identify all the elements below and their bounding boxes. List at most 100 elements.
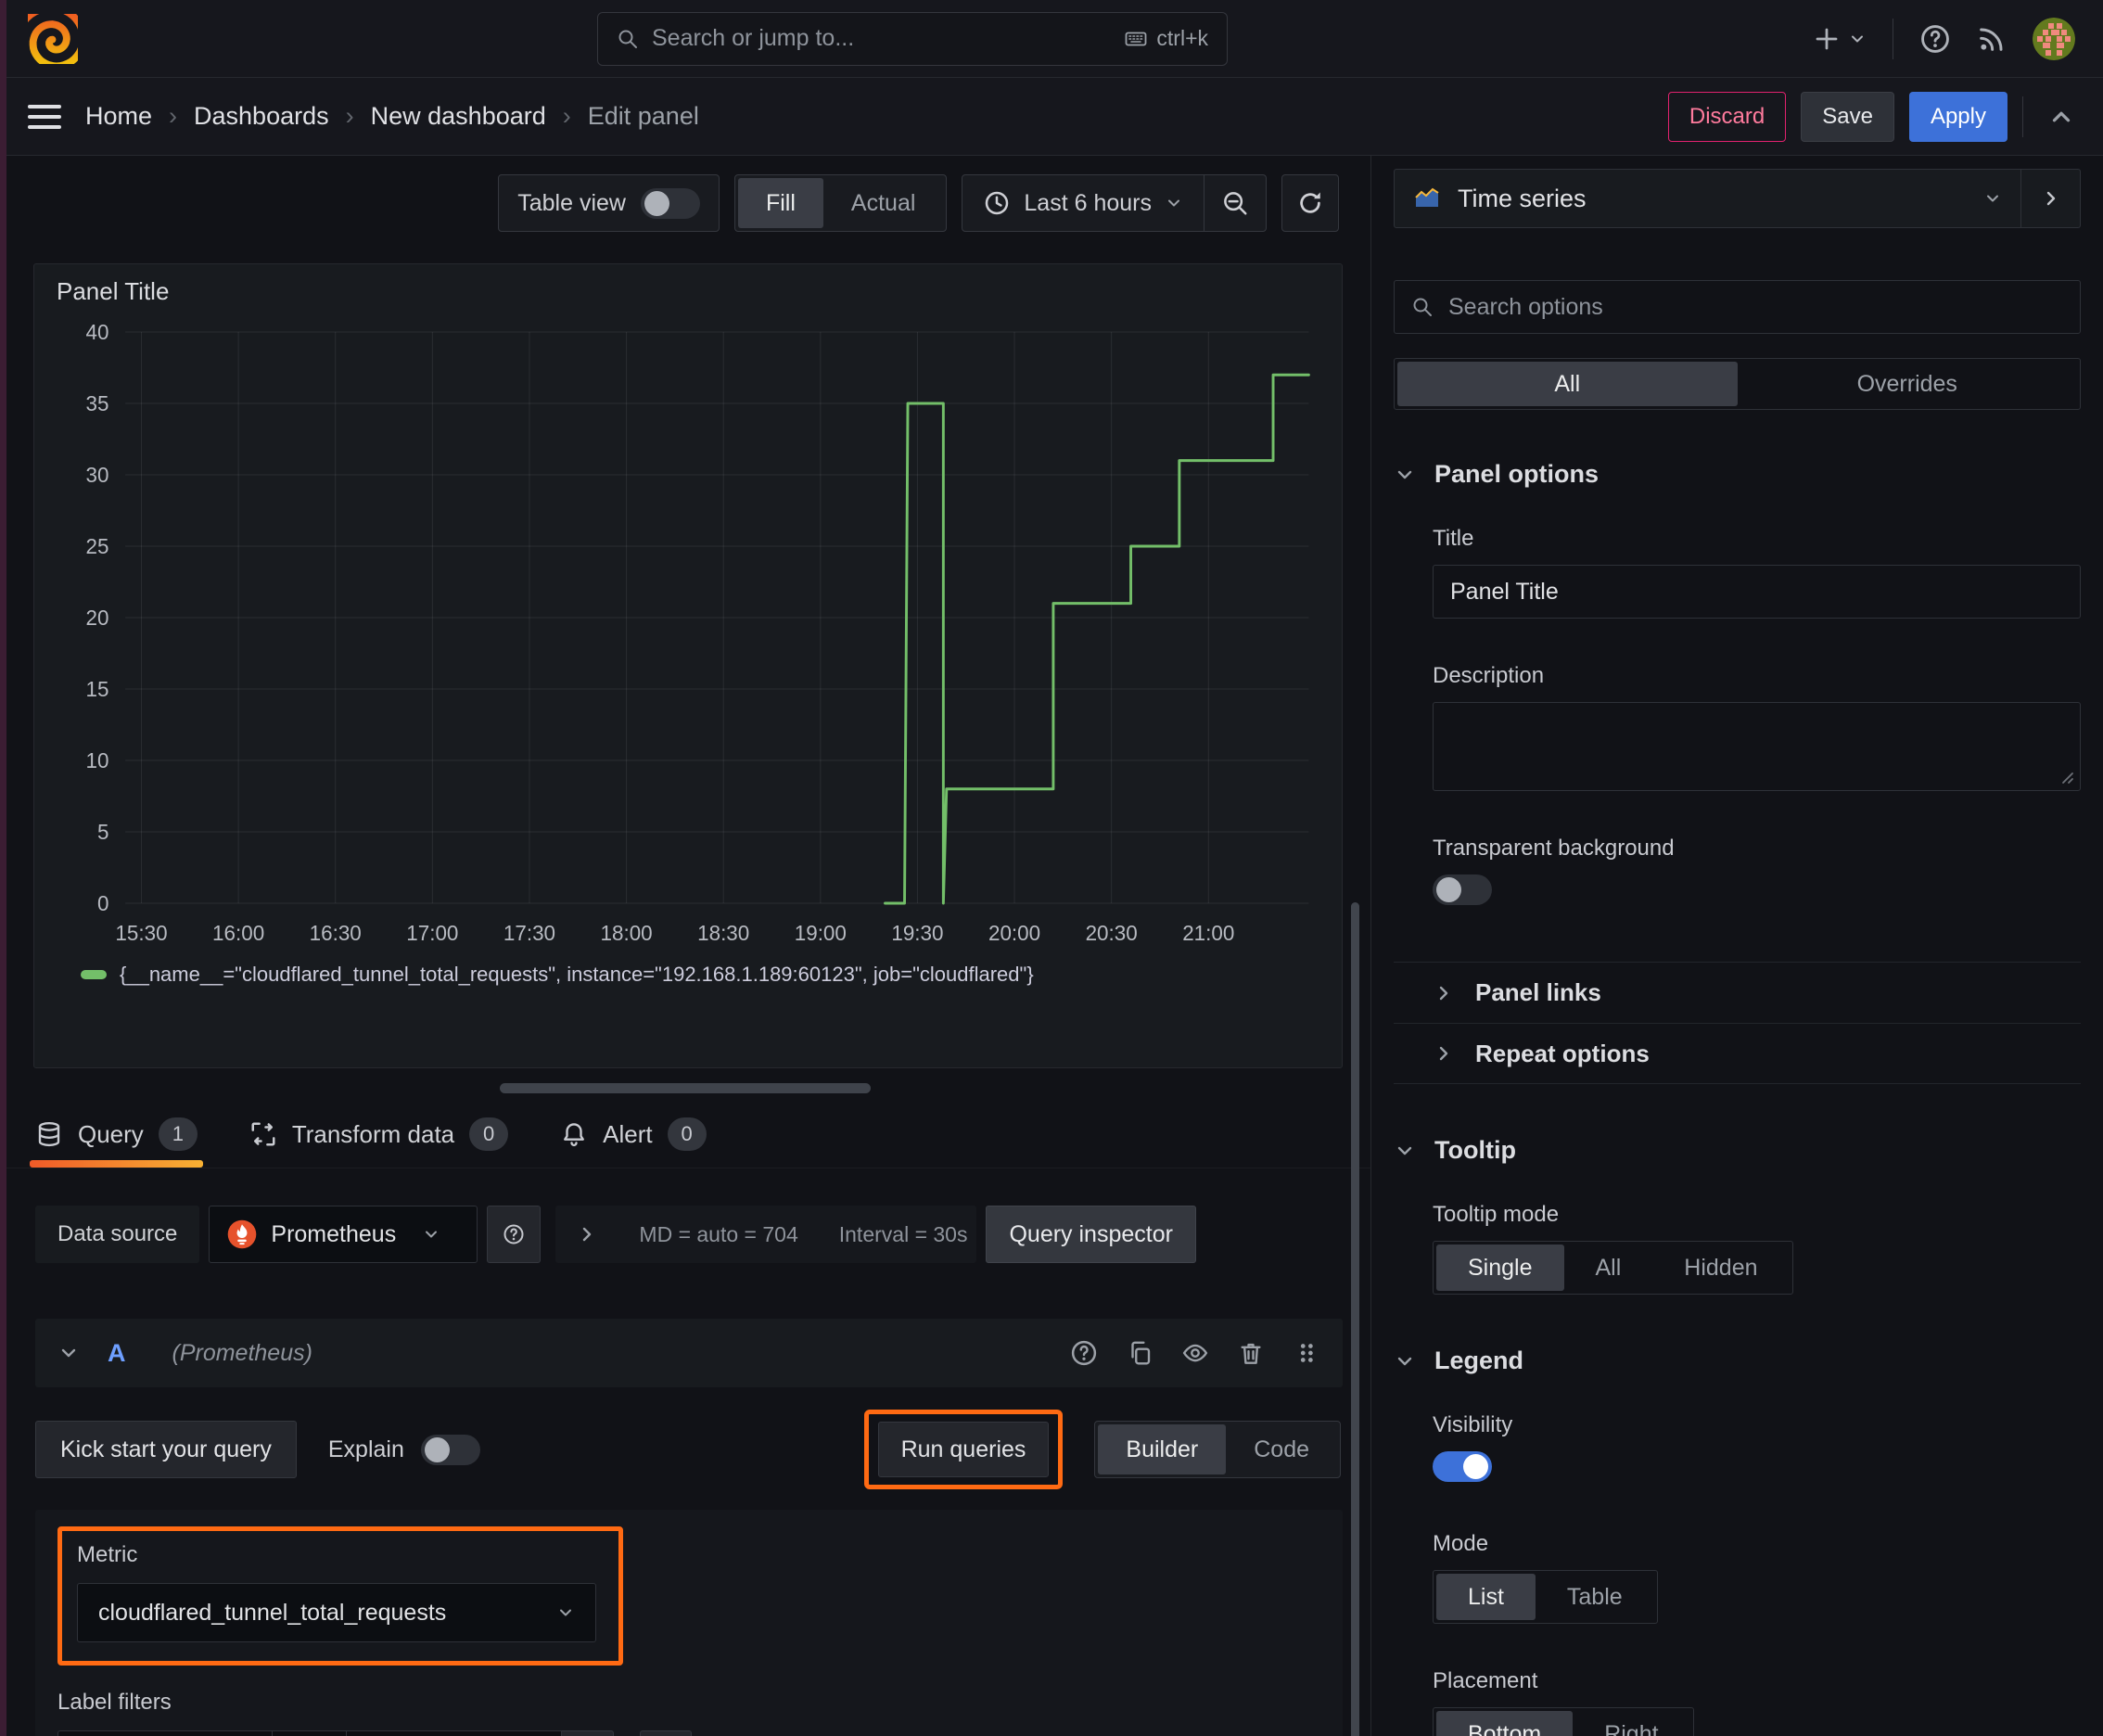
svg-text:19:00: 19:00 bbox=[795, 921, 847, 945]
kick-start-query-button[interactable]: Kick start your query bbox=[35, 1421, 297, 1478]
svg-text:15: 15 bbox=[86, 677, 109, 701]
chevron-right-icon[interactable] bbox=[576, 1223, 598, 1245]
legend-visibility-toggle[interactable] bbox=[1433, 1451, 1492, 1482]
panel-description-textarea[interactable] bbox=[1433, 702, 2081, 791]
time-series-chart[interactable]: 0 5 10 15 20 25 30 35 40 15:30 16:00 16:30 17:00 17:3… bbox=[53, 312, 1323, 961]
query-inspector-button[interactable]: Query inspector bbox=[986, 1206, 1196, 1263]
panel-edit-column: Table view Fill Actual Last 6 hours Pane… bbox=[0, 156, 1370, 1736]
search-placeholder: Search or jump to... bbox=[652, 25, 855, 51]
discard-button[interactable]: Discard bbox=[1667, 91, 1787, 142]
tab-query[interactable]: Query 1 bbox=[30, 1117, 203, 1168]
save-button[interactable]: Save bbox=[1801, 91, 1894, 142]
svg-text:25: 25 bbox=[86, 534, 109, 558]
datasource-picker[interactable]: Prometheus bbox=[209, 1206, 478, 1263]
chevron-right-icon bbox=[1433, 982, 1455, 1004]
zoom-out-button[interactable] bbox=[1204, 175, 1266, 231]
operator-dropdown[interactable]: = bbox=[273, 1730, 347, 1736]
chart-legend[interactable]: {__name__="cloudflared_tunnel_total_requ… bbox=[53, 963, 1323, 987]
panel-resize-handle[interactable] bbox=[500, 1083, 871, 1093]
legend-placement-right[interactable]: Right bbox=[1573, 1711, 1689, 1736]
global-search-input[interactable]: Search or jump to... ctrl+k bbox=[597, 11, 1228, 66]
menu-toggle-button[interactable] bbox=[28, 104, 61, 129]
time-range-button[interactable]: Last 6 hours bbox=[962, 189, 1204, 217]
panel-title-input[interactable] bbox=[1433, 565, 2081, 619]
svg-text:0: 0 bbox=[97, 891, 108, 915]
svg-text:19:30: 19:30 bbox=[891, 921, 943, 945]
duplicate-query-icon[interactable] bbox=[1126, 1339, 1153, 1367]
builder-option[interactable]: Builder bbox=[1098, 1424, 1227, 1474]
drag-handle-icon[interactable] bbox=[1293, 1339, 1320, 1367]
add-filter-button[interactable] bbox=[640, 1730, 692, 1736]
breadcrumb-home[interactable]: Home bbox=[85, 102, 152, 131]
table-view-toggle[interactable] bbox=[640, 187, 700, 219]
legend-mode-list[interactable]: List bbox=[1436, 1574, 1536, 1620]
alert-count-badge: 0 bbox=[667, 1117, 707, 1151]
refresh-button[interactable] bbox=[1281, 174, 1339, 232]
grafana-edit-panel-screen: Search or jump to... ctrl+k Home › Dashb… bbox=[0, 0, 2103, 1736]
datasource-help-button[interactable] bbox=[487, 1206, 542, 1263]
breadcrumb: Home › Dashboards › New dashboard › Edit… bbox=[85, 102, 699, 131]
tab-overrides[interactable]: Overrides bbox=[1738, 362, 2078, 406]
search-shortcut: ctrl+k bbox=[1125, 26, 1208, 51]
delete-query-icon[interactable] bbox=[1237, 1339, 1265, 1367]
run-queries-button[interactable]: Run queries bbox=[877, 1422, 1050, 1477]
tab-all[interactable]: All bbox=[1397, 362, 1738, 406]
panel-preview: Panel Title 0 5 10 15 20 25 30 35 40 15:30 16:00 16… bbox=[33, 263, 1343, 1068]
breadcrumb-dashboards[interactable]: Dashboards bbox=[194, 102, 329, 131]
datasource-row: Data source Prometheus MD = auto = 704 I… bbox=[35, 1206, 1343, 1263]
legend-visibility-label: Visibility bbox=[1433, 1412, 1513, 1437]
svg-text:16:00: 16:00 bbox=[212, 921, 264, 945]
builder-code-switch: Builder Code bbox=[1094, 1421, 1341, 1478]
new-dashboard-button[interactable] bbox=[1813, 25, 1867, 53]
user-avatar[interactable] bbox=[2033, 17, 2075, 60]
code-option[interactable]: Code bbox=[1226, 1424, 1337, 1474]
svg-text:21:00: 21:00 bbox=[1182, 921, 1234, 945]
panel-links-row[interactable]: Panel links bbox=[1394, 962, 2081, 1023]
remove-filter-button[interactable] bbox=[562, 1730, 614, 1736]
fill-option[interactable]: Fill bbox=[737, 178, 823, 228]
tooltip-single-option[interactable]: Single bbox=[1436, 1245, 1564, 1291]
explain-toggle[interactable] bbox=[420, 1434, 480, 1465]
svg-text:18:30: 18:30 bbox=[697, 921, 749, 945]
select-value-dropdown[interactable]: Select value bbox=[347, 1730, 562, 1736]
tooltip-mode-label: Tooltip mode bbox=[1433, 1202, 1560, 1227]
tooltip-hidden-option[interactable]: Hidden bbox=[1652, 1245, 1789, 1291]
panel-options-header[interactable]: Panel options bbox=[1394, 460, 2081, 489]
help-button[interactable] bbox=[1919, 23, 1951, 55]
news-rss-button[interactable] bbox=[1977, 24, 2007, 54]
visualization-picker[interactable]: Time series bbox=[1394, 169, 2021, 228]
repeat-options-row[interactable]: Repeat options bbox=[1394, 1023, 2081, 1084]
breadcrumb-separator: › bbox=[562, 102, 571, 130]
legend-mode-table[interactable]: Table bbox=[1536, 1574, 1654, 1620]
breadcrumb-new-dashboard[interactable]: New dashboard bbox=[371, 102, 546, 131]
collapsed-option-groups: Panel links Repeat options bbox=[1394, 962, 2081, 1084]
legend-placement-bottom[interactable]: Bottom bbox=[1436, 1711, 1574, 1736]
metric-select[interactable]: cloudflared_tunnel_total_requests bbox=[77, 1583, 596, 1642]
select-label-dropdown[interactable]: Select label bbox=[57, 1730, 273, 1736]
actual-option[interactable]: Actual bbox=[823, 178, 943, 228]
scrollbar-vertical[interactable] bbox=[1351, 902, 1359, 1736]
query-row-header[interactable]: A (Prometheus) bbox=[35, 1319, 1343, 1387]
svg-text:17:30: 17:30 bbox=[503, 921, 555, 945]
apply-button[interactable]: Apply bbox=[1908, 91, 2007, 142]
main-area: Table view Fill Actual Last 6 hours Pane… bbox=[0, 156, 2103, 1736]
grafana-logo[interactable] bbox=[28, 13, 83, 64]
chevron-right-icon bbox=[1433, 1042, 1455, 1065]
transparent-bg-toggle[interactable] bbox=[1433, 874, 1492, 905]
tooltip-header[interactable]: Tooltip bbox=[1394, 1136, 2081, 1165]
svg-text:17:00: 17:00 bbox=[406, 921, 458, 945]
chevron-up-icon[interactable] bbox=[2047, 103, 2075, 131]
tab-transform-data[interactable]: Transform data 0 bbox=[249, 1117, 509, 1168]
tab-alert[interactable]: Alert 0 bbox=[560, 1117, 707, 1168]
tooltip-all-option[interactable]: All bbox=[1564, 1245, 1653, 1291]
viz-suggestions-button[interactable] bbox=[2021, 169, 2081, 228]
chevron-down-icon[interactable] bbox=[57, 1342, 80, 1364]
resize-handle-icon[interactable] bbox=[2054, 764, 2076, 786]
query-help-icon[interactable] bbox=[1070, 1339, 1098, 1367]
options-search-input[interactable]: Search options bbox=[1394, 280, 2081, 334]
toggle-visibility-icon[interactable] bbox=[1181, 1339, 1209, 1367]
breadcrumb-separator: › bbox=[169, 102, 178, 130]
legend-header[interactable]: Legend bbox=[1394, 1347, 2081, 1375]
time-picker: Last 6 hours bbox=[962, 174, 1267, 232]
svg-text:10: 10 bbox=[86, 748, 109, 772]
